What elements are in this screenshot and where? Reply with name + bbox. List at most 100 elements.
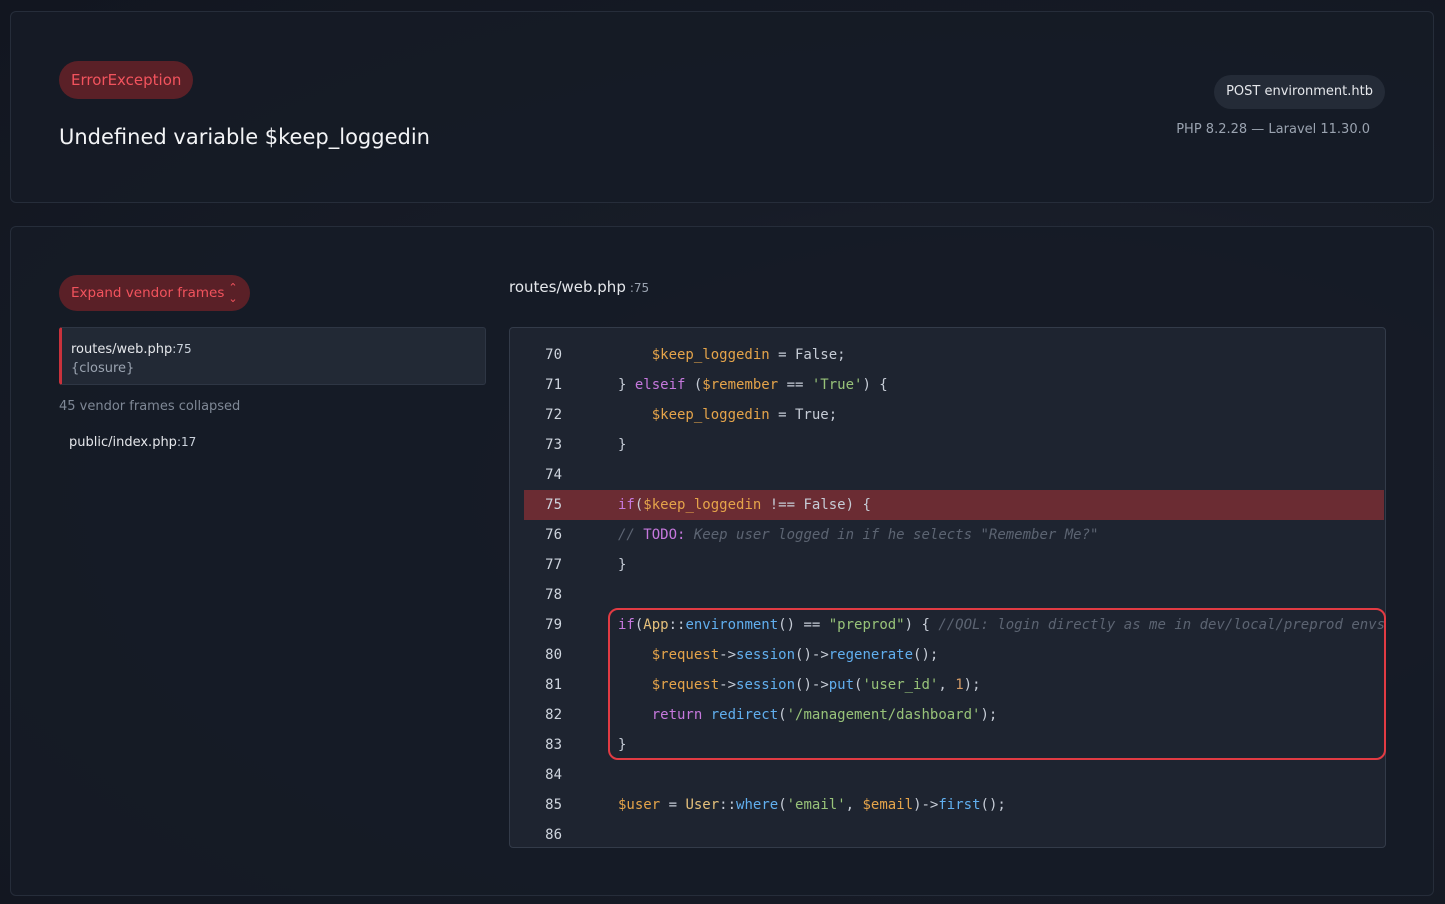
code-token: ::	[719, 797, 737, 813]
code-token: }	[618, 437, 627, 453]
error-header-panel: ErrorException Undefined variable $keep_…	[10, 11, 1434, 203]
stack-trace-panel: Expand vendor frames ⌃ ⌄ routes/web.php:75…	[10, 226, 1434, 896]
code-token: );	[963, 677, 981, 693]
code-token: ();	[980, 797, 1006, 813]
line-number: 72	[545, 407, 562, 423]
code-token: '/management/dashboard'	[786, 707, 981, 723]
code-token: redirect	[710, 707, 779, 723]
code-token: session	[736, 677, 796, 693]
code-token: $email	[862, 797, 914, 813]
code-token: ->	[719, 677, 737, 693]
code-token: session	[736, 647, 796, 663]
code-line: 74	[524, 460, 1384, 490]
code-token: }	[618, 737, 627, 753]
line-number: 83	[545, 737, 562, 753]
code-token: (	[685, 377, 703, 393]
line-number: 71	[545, 377, 562, 393]
line-code: $keep_loggedin = False;	[618, 340, 846, 370]
code-line: 73}	[524, 430, 1384, 460]
line-code: } elseif ($remember == 'True') {	[618, 370, 888, 400]
code-line: 76 // TODO: Keep user logged in if he sel…	[524, 520, 1384, 550]
line-code: $user = User::where('email', $email)->fi…	[618, 790, 1006, 820]
code-line: 83}	[524, 730, 1384, 760]
line-code: if($keep_loggedin !== False) {	[618, 490, 871, 520]
code-token: Keep user logged in if he selects "Remem…	[685, 527, 1099, 543]
code-token: TODO:	[643, 527, 686, 543]
code-token: = True;	[769, 407, 838, 423]
line-number: 73	[545, 437, 562, 453]
line-number: 85	[545, 797, 562, 813]
line-number: 86	[545, 827, 562, 843]
line-code: }	[618, 550, 626, 580]
code-token: ) {	[862, 377, 888, 393]
chevron-up-down-icon: ⌃ ⌄	[228, 281, 238, 305]
code-token: $keep_loggedin	[618, 347, 770, 363]
code-line: 79 if(App::environment() == "preprod") { …	[524, 610, 1385, 640]
code-token: 'user_id'	[862, 677, 939, 693]
code-line-highlighted: 75 if($keep_loggedin !== False) {	[524, 490, 1384, 520]
code-token: User	[685, 797, 720, 813]
code-token: ->	[719, 647, 737, 663]
code-line: 85 $user = User::where('email', $email)->…	[524, 790, 1384, 820]
line-code: }	[618, 730, 626, 760]
code-token: environment	[685, 617, 779, 633]
code-token: "preprod"	[828, 617, 905, 633]
code-token: if	[618, 617, 635, 633]
code-line: 86	[524, 820, 1384, 847]
code-token: $request	[618, 677, 720, 693]
line-number: 74	[545, 467, 562, 483]
code-token: $user	[618, 797, 661, 813]
code-line: 70 $keep_loggedin = False;	[524, 340, 1384, 370]
code-token: = False;	[769, 347, 846, 363]
line-code: $request->session()->put('user_id', 1);	[618, 670, 981, 700]
line-code: return redirect('/management/dashboard')…	[618, 700, 998, 730]
line-number: 82	[545, 707, 562, 723]
line-code: // TODO: Keep user logged in if he selec…	[618, 520, 1098, 550]
frame-line: :75	[172, 342, 192, 356]
code-token: (	[778, 707, 787, 723]
code-token: first	[938, 797, 981, 813]
exception-type-badge: ErrorException	[59, 61, 194, 99]
code-snippet: 70 $keep_loggedin = False; 71} elseif ($r…	[509, 327, 1386, 848]
code-token: elseif	[634, 377, 686, 393]
code-token: )->	[913, 797, 939, 813]
code-line: 80 $request->session()->regenerate();	[524, 640, 1384, 670]
code-line: 71 } elseif ($remember == 'True') {	[524, 370, 1384, 400]
code-token: $keep_loggedin	[618, 407, 770, 423]
code-line: 77}	[524, 550, 1384, 580]
code-token: }	[618, 377, 635, 393]
stack-frame-public-index[interactable]: public/index.php:17	[69, 435, 196, 450]
code-line: 78	[524, 580, 1384, 610]
code-token: put	[828, 677, 855, 693]
code-token: $keep_loggedin	[643, 497, 762, 513]
line-code: }	[618, 430, 626, 460]
code-token: ();	[913, 647, 939, 663]
code-token: }	[618, 557, 627, 573]
request-badge: POST environment.htb	[1214, 75, 1385, 109]
expand-vendor-frames-label: Expand vendor frames	[71, 285, 225, 301]
code-token: ()->	[795, 677, 829, 693]
expand-vendor-frames-button[interactable]: Expand vendor frames ⌃ ⌄	[59, 275, 250, 311]
frame-file: routes/web.php	[71, 342, 173, 357]
code-token: (	[778, 797, 787, 813]
line-number: 78	[545, 587, 562, 603]
code-token: 1	[955, 677, 964, 693]
code-token: regenerate	[828, 647, 914, 663]
code-line: 81 $request->session()->put('user_id', 1…	[524, 670, 1384, 700]
code-token: App	[643, 617, 669, 633]
line-number: 81	[545, 677, 562, 693]
version-info: PHP 8.2.28 — Laravel 11.30.0	[1176, 122, 1370, 137]
code-token: ) {	[904, 617, 939, 633]
code-token: ,	[845, 797, 863, 813]
line-number: 79	[545, 617, 562, 633]
frame-function: {closure}	[71, 361, 135, 376]
code-file-heading: routes/web.php:75	[509, 278, 649, 296]
code-line: 82 return redirect('/management/dashboar…	[524, 700, 1384, 730]
line-code: $keep_loggedin = True;	[618, 400, 837, 430]
line-number: 75	[545, 497, 562, 513]
code-token: () ==	[778, 617, 829, 633]
code-token: if	[618, 497, 635, 513]
stack-frame-active[interactable]: routes/web.php:75 {closure}	[59, 327, 486, 385]
line-number: 80	[545, 647, 562, 663]
